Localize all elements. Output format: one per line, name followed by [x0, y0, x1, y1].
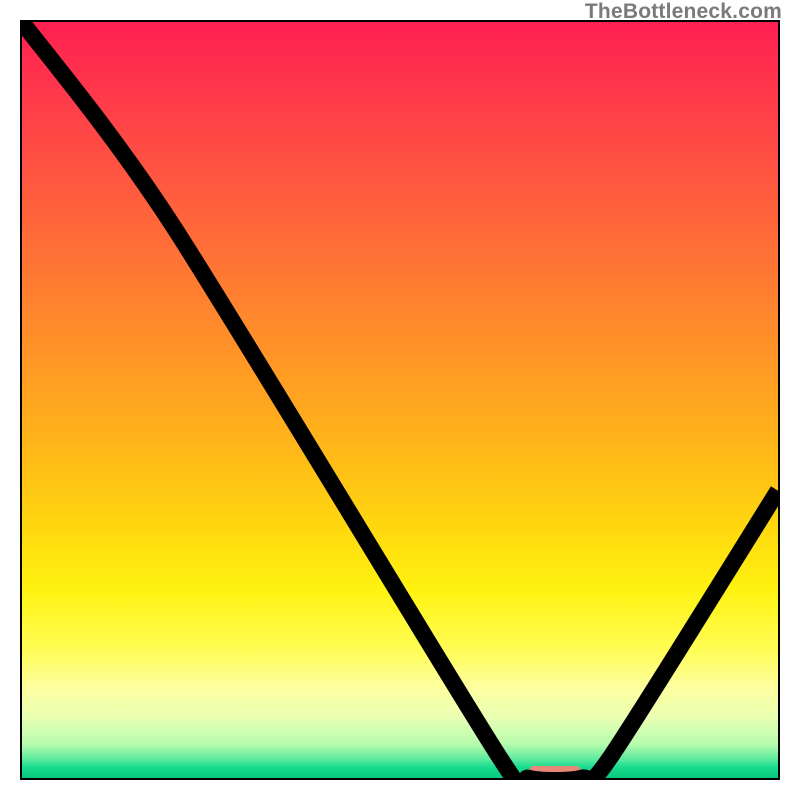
plot-area: [20, 20, 780, 780]
bottleneck-curve: [22, 22, 778, 778]
chart-canvas: TheBottleneck.com: [0, 0, 800, 800]
curve-path: [22, 22, 778, 778]
